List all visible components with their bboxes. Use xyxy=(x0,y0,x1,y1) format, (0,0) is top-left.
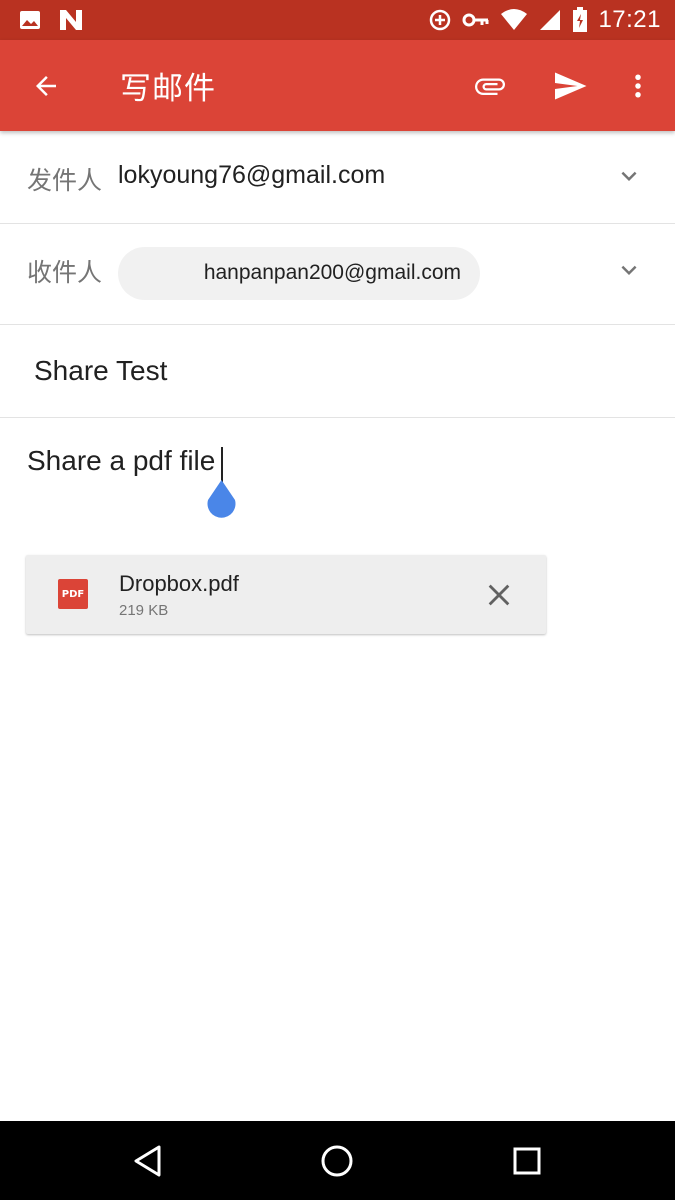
vpn-key-icon xyxy=(462,8,490,32)
status-bar: 17:21 xyxy=(0,0,675,40)
chevron-down-icon[interactable] xyxy=(612,253,646,287)
wifi-icon xyxy=(500,8,528,32)
remove-attachment-icon[interactable] xyxy=(483,579,515,611)
navigation-bar xyxy=(0,1121,675,1200)
image-icon xyxy=(18,8,42,32)
notification-n-icon xyxy=(58,8,84,32)
back-arrow-icon[interactable] xyxy=(26,66,66,106)
signal-icon xyxy=(538,8,562,32)
recipient-chip[interactable]: hanpanpan200@gmail.com xyxy=(118,247,480,300)
data-saver-icon xyxy=(428,8,452,32)
from-label: 发件人 xyxy=(27,166,103,195)
from-row: 发件人 lokyoung76@gmail.com xyxy=(0,131,675,224)
attachment-name: Dropbox.pdf xyxy=(119,571,239,596)
more-vert-icon[interactable] xyxy=(614,62,662,110)
from-account[interactable]: lokyoung76@gmail.com xyxy=(118,161,385,190)
back-triangle-icon[interactable] xyxy=(126,1139,170,1183)
send-icon[interactable] xyxy=(546,62,594,110)
cursor-handle-icon[interactable] xyxy=(204,478,239,520)
recents-square-icon[interactable] xyxy=(505,1139,549,1183)
chevron-down-icon[interactable] xyxy=(612,159,646,193)
to-label: 收件人 xyxy=(27,258,103,287)
to-row: 收件人 hanpanpan200@gmail.com xyxy=(0,224,675,325)
app-bar: 写邮件 xyxy=(0,40,675,131)
attachment-size: 219 KB xyxy=(119,602,169,619)
home-circle-icon[interactable] xyxy=(315,1139,359,1183)
subject-field[interactable]: Share Test xyxy=(34,355,167,387)
pdf-icon: PDF xyxy=(58,579,88,609)
recipient-chip-label: hanpanpan200@gmail.com xyxy=(203,261,461,284)
page-title: 写邮件 xyxy=(120,71,216,107)
status-time: 17:21 xyxy=(598,6,661,33)
attach-icon[interactable] xyxy=(466,62,514,110)
subject-row[interactable]: Share Test xyxy=(0,325,675,418)
body-field[interactable]: Share a pdf file xyxy=(27,445,215,477)
battery-icon xyxy=(572,7,588,33)
attachment-card[interactable]: PDF Dropbox.pdf 219 KB xyxy=(26,555,546,634)
